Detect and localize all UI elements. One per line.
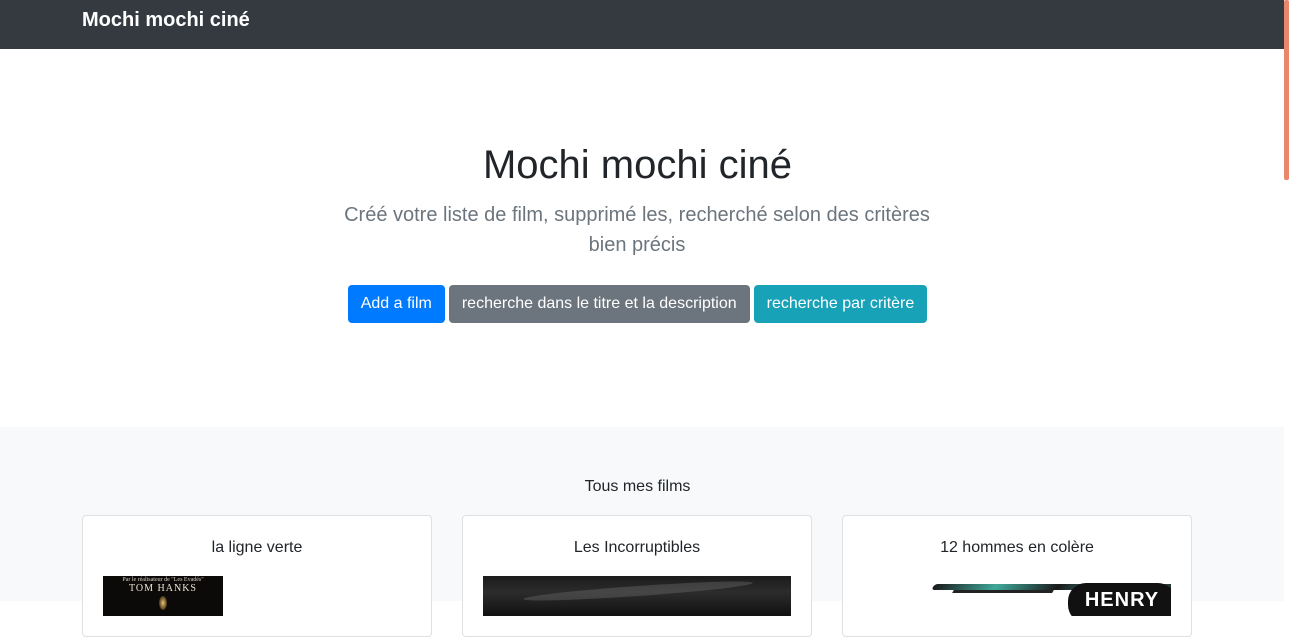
- poster-glow: [159, 596, 167, 610]
- poster-streak: [522, 577, 754, 605]
- film-poster-image: [483, 576, 791, 616]
- poster-stripe-dark: [952, 590, 1054, 593]
- films-section-heading: Tous mes films: [584, 478, 691, 495]
- film-card-title: 12 hommes en colère: [940, 539, 1094, 556]
- film-poster-image: Par le réalisateur de "Les Evadés" TOM H…: [103, 576, 223, 616]
- search-title-description-button[interactable]: recherche dans le titre et la descriptio…: [448, 285, 750, 323]
- hero-section: Mochi mochi ciné Créé votre liste de fil…: [0, 49, 1284, 427]
- poster-actor-name: TOM HANKS: [129, 583, 197, 594]
- films-section: Tous mes films la ligne verte Par le réa…: [0, 427, 1284, 637]
- film-card[interactable]: Les Incorruptibles: [462, 515, 812, 637]
- hero-title: Mochi mochi ciné: [482, 143, 792, 187]
- search-criteria-button[interactable]: recherche par critère: [753, 285, 928, 323]
- scrollbar-thumb[interactable]: [1284, 0, 1289, 180]
- top-navbar: Mochi mochi ciné: [0, 0, 1284, 49]
- hero-lead-text: Créé votre liste de film, supprimé les, …: [344, 204, 930, 256]
- navbar-brand[interactable]: Mochi mochi ciné: [82, 8, 250, 32]
- add-film-button[interactable]: Add a film: [347, 285, 445, 323]
- hero-button-group: Add a film recherche dans le titre et la…: [0, 285, 1275, 323]
- film-card[interactable]: la ligne verte Par le réalisateur de "Le…: [82, 515, 432, 637]
- film-card-title: Les Incorruptibles: [573, 539, 701, 556]
- film-card-title: la ligne verte: [211, 539, 303, 556]
- poster-title-text: HENRY: [1084, 589, 1160, 611]
- film-poster-image: HENRY: [863, 576, 1171, 616]
- scrollbar-track[interactable]: [1284, 0, 1289, 601]
- film-card[interactable]: 12 hommes en colère HENRY: [842, 515, 1192, 637]
